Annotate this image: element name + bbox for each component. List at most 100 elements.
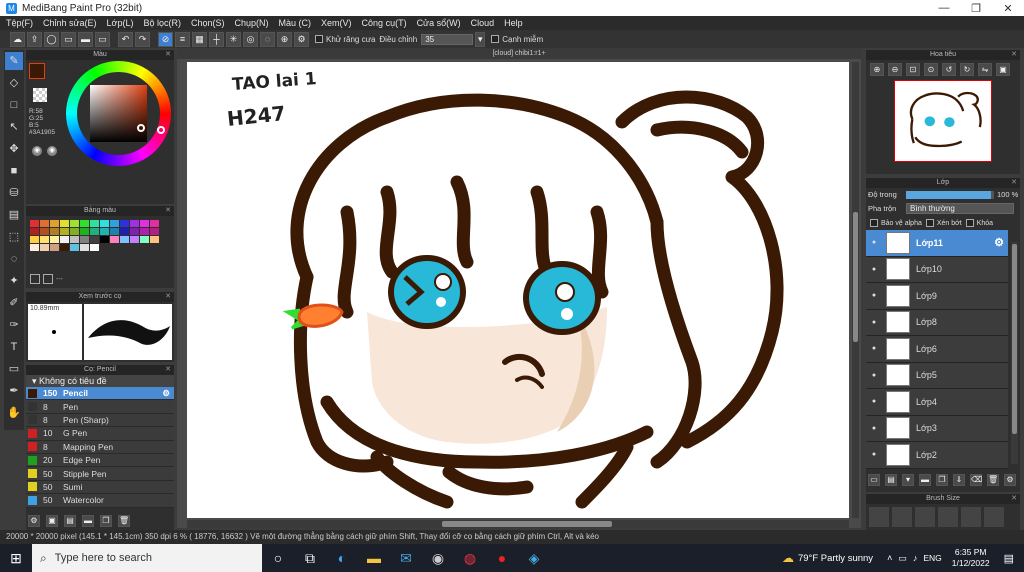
brush-group-header[interactable]: ▾ Không có tiêu đề [26,375,174,387]
sv-cursor[interactable] [137,124,145,132]
menu-snap[interactable]: Chụp(N) [235,18,269,28]
brush-settings-icon[interactable]: ⚙ [162,388,170,399]
layer-visibility-icon[interactable]: ● [866,345,882,352]
app-badge-icon[interactable]: ● [486,544,518,572]
bucket-tool-icon[interactable]: ⛁ [5,184,23,202]
opacity-slider[interactable] [906,190,994,199]
language-indicator[interactable]: ENG [923,553,941,563]
brush-copy-icon[interactable]: ❐ [100,515,112,527]
lock-checkbox[interactable] [965,219,974,227]
hue-cursor[interactable] [157,126,165,134]
navigator-thumbnail[interactable] [894,80,992,162]
panel-close-icon[interactable]: ✕ [1011,494,1017,504]
panel-close-icon[interactable]: ✕ [1011,50,1017,60]
layer-row[interactable]: ● Lớp3 [866,415,1008,442]
lasso-tool-icon[interactable]: ◌ [5,250,23,268]
menu-window[interactable]: Cửa sổ(W) [417,18,461,28]
settings-gear-icon[interactable]: ⚙ [294,31,309,47]
brush-folder-icon[interactable]: ▬ [82,515,94,527]
brush-new-icon[interactable]: ▤ [64,515,76,527]
layer-visibility-icon[interactable]: ● [866,266,882,273]
menu-file[interactable]: Tệp(F) [6,18,33,28]
brush-item[interactable]: 8 Pen [26,400,174,414]
color-mode-icon[interactable]: ◉ [32,146,42,156]
menu-select[interactable]: Chọn(S) [191,18,225,28]
eraser-tool-icon[interactable]: ◇ [5,74,23,92]
brush-item[interactable]: 8 Pen (Sharp) [26,413,174,428]
move-tool-icon[interactable]: ✥ [5,140,23,158]
drawing-canvas[interactable]: TAO lai 1 H247 [187,62,849,518]
layer-row[interactable]: ● Lớp9 [866,283,1008,310]
medibang-taskbar-icon[interactable]: ◈ [518,544,550,572]
flip-icon[interactable]: ⇋ [978,63,992,76]
layer-row[interactable]: ● Lớp5 [866,362,1008,389]
horizontal-scrollbar[interactable] [187,520,849,528]
tray-chevron-icon[interactable]: ˄ [887,553,892,563]
actual-size-icon[interactable]: ⊙ [924,63,938,76]
gradient-tool-icon[interactable]: ▤ [5,206,23,224]
new-folder-icon[interactable]: ▬ [919,474,931,486]
menu-cloud[interactable]: Cloud [471,18,495,28]
cloud-icon[interactable]: ☁ [10,31,25,47]
select-pen-tool-icon[interactable]: ✐ [5,294,23,312]
background-color-swatch[interactable] [33,88,47,102]
eyedropper-tool-icon[interactable]: ✒ [5,382,23,400]
brush-item[interactable]: 150 Pencil ⚙ [26,387,174,401]
brush-item[interactable]: 50 Stipple Pen [26,467,174,481]
zoom-in-icon[interactable]: ⊕ [870,63,884,76]
brush-item[interactable]: 8 Mapping Pen [26,440,174,454]
layer-visibility-icon[interactable]: ● [866,451,882,458]
notification-icon[interactable]: ▤ [1004,552,1014,565]
menu-layer[interactable]: Lớp(L) [107,18,134,28]
curve-snap-icon[interactable]: ◎ [243,31,258,47]
shape-tool-icon[interactable]: ↖ [5,118,23,136]
blend-mode-select[interactable]: Bình thường [906,203,1014,214]
snap-off-icon[interactable]: ⊘ [158,31,173,47]
saturation-value-square[interactable] [90,85,147,142]
text-tool-icon[interactable]: T [5,338,23,356]
palette-menu-icon[interactable] [43,274,53,284]
select-tool-icon[interactable]: ⬚ [5,228,23,246]
document-tab[interactable]: [cloud] chibi1:r1+ [177,48,861,59]
layer-row[interactable]: ● Lớp8 [866,309,1008,336]
redo-icon[interactable]: ↷ [135,31,150,47]
protect-alpha-checkbox[interactable] [870,219,878,227]
panel-close-icon[interactable]: ✕ [165,50,171,60]
select-eraser-tool-icon[interactable]: ✑ [5,316,23,334]
rotate-left-icon[interactable]: ↺ [942,63,956,76]
cross-snap-icon[interactable]: ┼ [209,31,224,47]
speech-bubble-2-icon[interactable]: ▭ [61,31,76,47]
clear-layer-icon[interactable]: ⌫ [970,474,982,486]
menu-color[interactable]: Màu (C) [279,18,312,28]
camera-icon[interactable]: ◉ [422,544,454,572]
layer-visibility-icon[interactable]: ● [866,398,882,405]
parallel-snap-icon[interactable]: ≡ [175,31,190,47]
hand-tool-icon[interactable]: ✋ [5,404,23,422]
new-halftone-layer-icon[interactable]: ▤ [885,474,897,486]
speech-bubble-4-icon[interactable]: ▭ [95,31,110,47]
chrome-icon[interactable]: ◍ [454,544,486,572]
panel-close-icon[interactable]: ✕ [165,365,171,375]
brush-item[interactable]: 10 G Pen [26,427,174,441]
new-palette-icon[interactable] [30,274,40,284]
adjust-field[interactable]: 35 [421,33,474,45]
magic-wand-tool-icon[interactable]: ✦ [5,272,23,290]
undo-icon[interactable]: ↶ [118,31,133,47]
layer-visibility-icon[interactable]: ● [866,239,882,246]
new-layer-icon[interactable]: ▭ [868,474,880,486]
hue-ring[interactable] [66,61,171,166]
layer-row[interactable]: ● Lớp6 [866,336,1008,363]
layer-row[interactable]: ● Lớp4 [866,389,1008,416]
layer-row[interactable]: ● Lớp11 ⚙ [866,230,1008,257]
menu-filter[interactable]: Bộ lọc(R) [143,18,181,28]
foreground-color-swatch[interactable] [29,63,45,79]
duplicate-layer-icon[interactable]: ❐ [936,474,948,486]
network-icon[interactable]: ▭ [898,553,907,564]
brush-menu-icon[interactable]: ▣ [46,515,58,527]
dot-tool-icon[interactable]: □ [5,96,23,114]
menu-help[interactable]: Help [504,18,523,28]
fit-window-icon[interactable]: ⊡ [906,63,920,76]
layer-scrollbar[interactable] [1011,242,1018,464]
menu-edit[interactable]: Chỉnh sửa(E) [43,18,97,28]
color-history-icon[interactable]: ◉ [47,146,57,156]
